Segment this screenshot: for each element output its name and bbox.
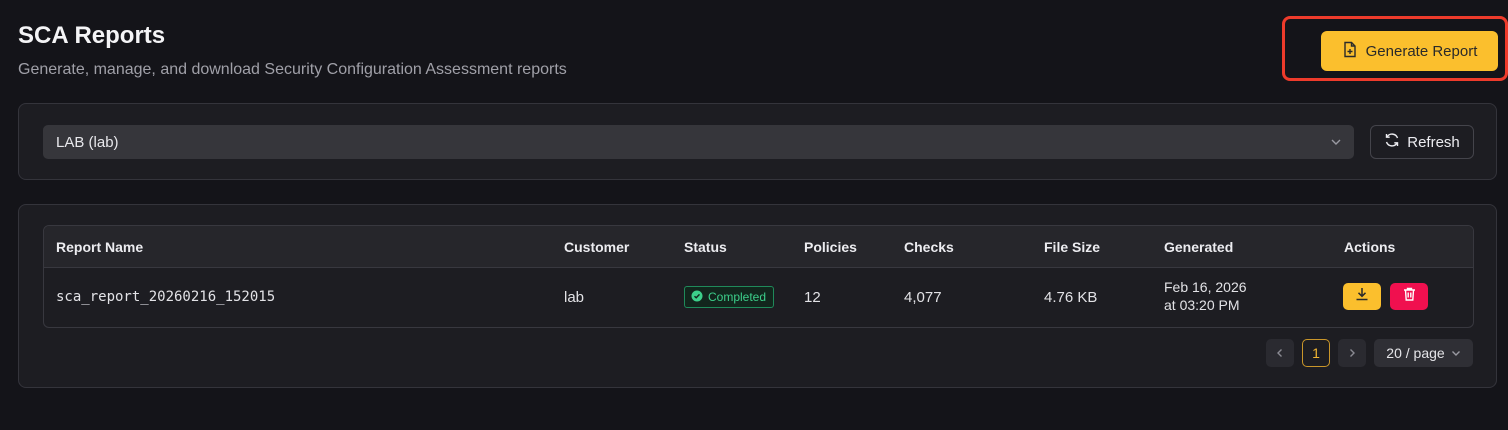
prev-page-button[interactable] [1266, 339, 1294, 367]
trash-icon [1402, 286, 1417, 307]
customer-cell: lab [564, 289, 585, 306]
column-header: Actions [1344, 239, 1396, 255]
table-header: Report Name Customer Status Policies Che… [44, 226, 1473, 268]
generated-time-cell: at 03:20 PM [1164, 297, 1240, 313]
table-row: sca_report_20260216_152015 lab Completed… [44, 268, 1473, 327]
reports-card: Report Name Customer Status Policies Che… [18, 204, 1497, 388]
column-header: Checks [904, 239, 954, 255]
chevron-down-icon [1451, 345, 1461, 361]
generate-report-label: Generate Report [1365, 42, 1478, 60]
page-size-label: 20 / page [1386, 345, 1445, 361]
column-header: File Size [1044, 239, 1101, 255]
report-name-cell: sca_report_20260216_152015 [56, 289, 276, 305]
reports-table: Report Name Customer Status Policies Che… [43, 225, 1474, 328]
column-header: Status [684, 239, 727, 255]
refresh-label: Refresh [1407, 133, 1460, 151]
generate-report-button[interactable]: Generate Report [1321, 31, 1498, 71]
checks-cell: 4,077 [904, 289, 942, 306]
column-header: Policies [804, 239, 857, 255]
policies-cell: 12 [804, 289, 821, 306]
page-subtitle: Generate, manage, and download Security … [18, 61, 567, 78]
customer-select[interactable]: LAB (lab) [43, 125, 1354, 159]
download-icon [1354, 286, 1370, 307]
refresh-icon [1384, 132, 1400, 152]
customer-select-value: LAB (lab) [56, 133, 119, 151]
page-size-select[interactable]: 20 / page [1374, 339, 1473, 367]
download-button[interactable] [1343, 283, 1381, 310]
status-label: Completed [708, 290, 767, 304]
page-1-button[interactable]: 1 [1302, 339, 1330, 367]
page-title: SCA Reports [18, 22, 166, 49]
delete-button[interactable] [1390, 283, 1428, 310]
status-badge: Completed [684, 286, 775, 308]
filter-card: LAB (lab) Refresh [18, 103, 1497, 180]
generated-date-cell: Feb 16, 2026 [1164, 279, 1247, 295]
refresh-button[interactable]: Refresh [1370, 125, 1474, 159]
file-plus-icon [1342, 41, 1358, 62]
chevron-right-icon [1347, 345, 1357, 361]
chevron-down-icon [1330, 135, 1342, 152]
column-header: Report Name [56, 239, 144, 255]
next-page-button[interactable] [1338, 339, 1366, 367]
column-header: Generated [1164, 239, 1234, 255]
check-circle-icon [691, 290, 703, 305]
file-size-cell: 4.76 KB [1044, 289, 1098, 306]
chevron-left-icon [1275, 345, 1285, 361]
column-header: Customer [564, 239, 630, 255]
